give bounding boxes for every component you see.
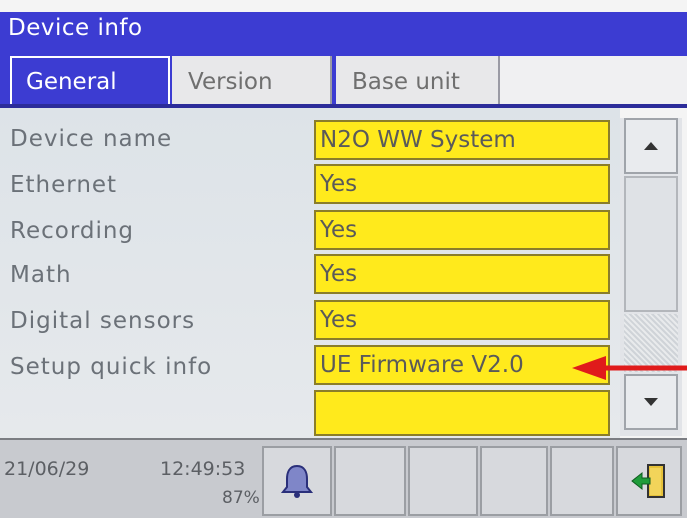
status-date: 21/06/29 [4, 458, 90, 480]
device-screen: Device info General Version Base unit De… [0, 0, 687, 518]
window-title: Device info [8, 15, 143, 41]
scroll-up-button[interactable] [624, 118, 678, 174]
exit-door-icon [631, 464, 665, 498]
value-setup-quick-info[interactable]: UE Firmware V2.0 [314, 345, 610, 385]
triangle-up-icon [644, 142, 658, 150]
tab-strip: General Version Base unit [0, 48, 687, 108]
value-device-name[interactable]: N2O WW System [314, 120, 610, 160]
value-recording[interactable]: Yes [314, 210, 610, 250]
scroll-thumb[interactable] [624, 176, 678, 312]
title-bar: Device info [0, 12, 687, 48]
label-math: Math [10, 262, 72, 288]
scrollbar[interactable] [620, 118, 682, 436]
label-digital-sensors: Digital sensors [10, 308, 196, 334]
softkey-2[interactable] [408, 446, 478, 516]
tab-version[interactable]: Version [172, 56, 332, 108]
softkey-3[interactable] [480, 446, 548, 516]
value-digital-sensors[interactable]: Yes [314, 300, 610, 340]
value-math[interactable]: Yes [314, 254, 610, 294]
label-setup-quick-info: Setup quick info [10, 354, 213, 380]
tab-general-label: General [26, 69, 117, 95]
value-ethernet[interactable]: Yes [314, 164, 610, 204]
exit-button[interactable] [616, 446, 682, 516]
tab-general[interactable]: General [10, 56, 170, 108]
softkey-1[interactable] [334, 446, 406, 516]
red-arrow-annotation [572, 356, 687, 380]
label-recording: Recording [10, 218, 135, 244]
label-ethernet: Ethernet [10, 172, 118, 198]
status-memory-percent: 87% [222, 488, 260, 508]
tab-base-unit-label: Base unit [352, 69, 460, 95]
info-panel: Device name N2O WW System Ethernet Yes R… [0, 108, 620, 438]
status-time: 12:49:53 [160, 458, 246, 480]
label-device-name: Device name [10, 126, 173, 152]
tab-base-unit[interactable]: Base unit [336, 56, 500, 108]
bell-icon [280, 464, 314, 498]
tab-version-label: Version [188, 69, 273, 95]
status-bar: 21/06/29 12:49:53 87% [0, 438, 687, 518]
value-empty-row[interactable] [314, 390, 610, 436]
alarm-button[interactable] [262, 446, 332, 516]
softkey-4[interactable] [550, 446, 614, 516]
scroll-down-button[interactable] [624, 374, 678, 430]
triangle-down-icon [644, 398, 658, 406]
tab-strip-filler [500, 56, 687, 108]
